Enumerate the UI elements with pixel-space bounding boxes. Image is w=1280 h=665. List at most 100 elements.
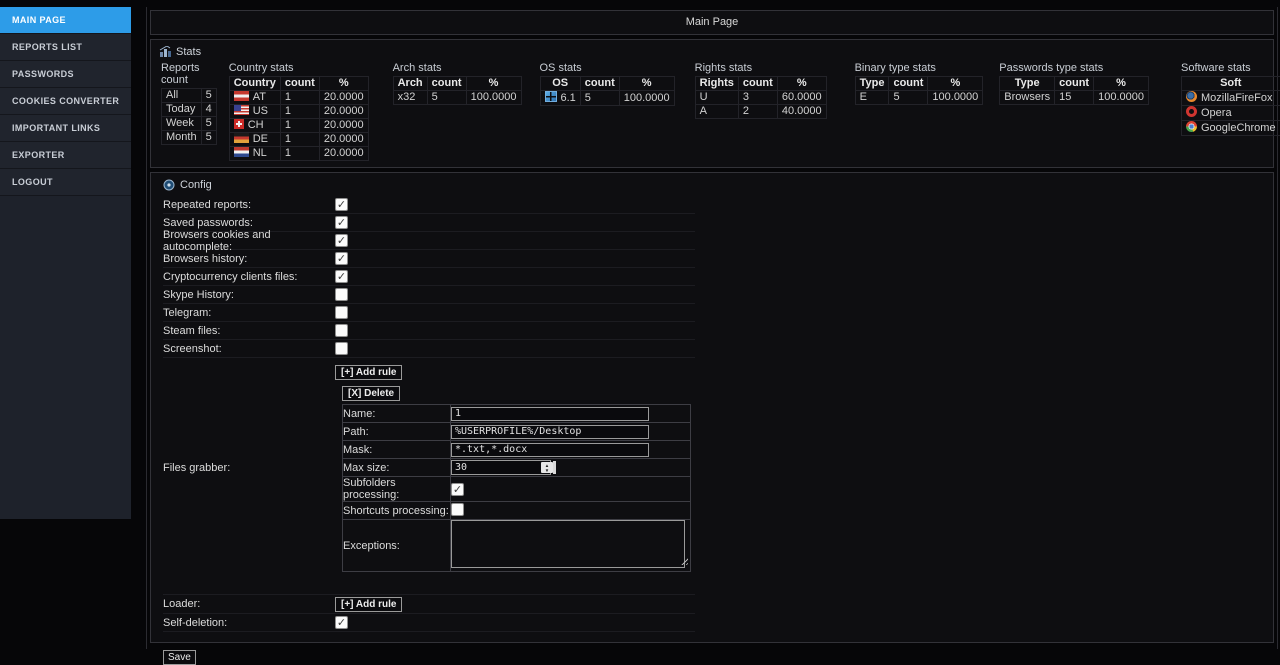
stats-panel: Stats Reports count All 5 — [150, 39, 1274, 168]
config-option-checkbox[interactable] — [335, 252, 348, 265]
table-row: U 3 60.0000 — [695, 91, 826, 105]
binary-type-stats-table: Type count % E 5 100.0000 — [855, 76, 984, 105]
sidebar-item[interactable]: COOKIES CONVERTER — [0, 88, 131, 115]
config-option-checkbox[interactable] — [335, 216, 348, 229]
config-option-checkbox[interactable] — [335, 342, 348, 355]
sidebar-item-label: LOGOUT — [12, 177, 53, 187]
rule-name-input[interactable] — [451, 407, 649, 421]
rule-mask-input[interactable] — [451, 443, 649, 457]
stats-tables-row: Reports count All 5 Today 4 — [151, 61, 1273, 167]
config-option-label: Browsers cookies and autocomplete: — [163, 229, 335, 253]
exceptions-textarea[interactable] — [451, 520, 685, 568]
country-flag-icon — [234, 147, 249, 157]
country-flag-icon — [234, 105, 249, 115]
sidebar-item[interactable]: MAIN PAGE — [0, 7, 131, 34]
country-flag-icon — [234, 119, 244, 129]
config-option-checkbox[interactable] — [335, 306, 348, 319]
grabber-rule-table: Name: Path: Mask: — [342, 404, 691, 572]
sidebar-item[interactable]: PASSWORDS — [0, 61, 131, 88]
table-row: GoogleChrome 3 20.0000 — [1181, 121, 1280, 136]
stats-table-title: Software stats — [1181, 62, 1280, 74]
sidebar-item-label: COOKIES CONVERTER — [12, 96, 119, 106]
rule-path-input[interactable] — [451, 425, 649, 439]
sidebar-item[interactable]: EXPORTER — [0, 142, 131, 169]
table-row: AT 1 20.0000 — [229, 91, 368, 105]
config-option-checkbox[interactable] — [335, 234, 348, 247]
sidebar-item[interactable]: LOGOUT — [0, 169, 131, 196]
loader-label: Loader: — [163, 598, 335, 610]
loader-row: Loader: [+] Add rule — [163, 594, 695, 614]
config-option-row: Telegram: — [163, 304, 695, 322]
table-row: x32 5 100.0000 — [393, 91, 521, 105]
country-flag-icon — [234, 133, 249, 143]
software-stats-table: Soft count % MozillaFireFox 9 60.0000 — [1181, 76, 1280, 136]
stats-table-title: Reports count — [161, 62, 217, 86]
config-option-label: Browsers history: — [163, 253, 335, 265]
config-option-checkbox[interactable] — [335, 288, 348, 301]
config-option-label: Saved passwords: — [163, 217, 335, 229]
config-option-label: Skype History: — [163, 289, 335, 301]
rights-stats-group: Rights stats Rights count % U 3 60. — [695, 62, 841, 119]
sidebar-item[interactable]: IMPORTANT LINKS — [0, 115, 131, 142]
table-row: All 5 — [162, 89, 217, 103]
table-row: NL 1 20.0000 — [229, 147, 368, 161]
config-option-row: Repeated reports: — [163, 196, 695, 214]
sidebar-item-label: EXPORTER — [12, 150, 65, 160]
config-option-checkbox[interactable] — [335, 198, 348, 211]
loader-add-rule-button[interactable]: [+] Add rule — [335, 597, 402, 612]
subfolders-checkbox[interactable] — [451, 483, 464, 496]
sidebar: MAIN PAGE REPORTS LIST PASSWORDS COOKIES… — [0, 7, 131, 519]
table-row: Opera 3 20.0000 — [1181, 106, 1280, 121]
country-stats-table: Country count % AT 1 20.0000 — [229, 76, 369, 161]
config-option-label: Repeated reports: — [163, 199, 335, 211]
number-spinner[interactable]: ▲▼ — [541, 462, 553, 473]
config-option-row: Browsers history: — [163, 250, 695, 268]
self-deletion-checkbox[interactable] — [335, 616, 348, 629]
shortcuts-checkbox[interactable] — [451, 503, 464, 516]
table-row: A 2 40.0000 — [695, 105, 826, 119]
config-option-checkbox[interactable] — [335, 324, 348, 337]
rule-mask-label: Mask: — [343, 441, 451, 459]
config-option-checkbox[interactable] — [335, 270, 348, 283]
main-content: Main Page Stats Reports count A — [146, 7, 1278, 649]
rule-exceptions-label: Exceptions: — [343, 520, 451, 572]
save-button[interactable]: Save — [163, 650, 196, 665]
delete-rule-button[interactable]: [X] Delete — [342, 386, 400, 401]
windows-os-icon — [545, 91, 557, 102]
rights-stats-table: Rights count % U 3 60.0000 — [695, 76, 827, 119]
config-option-row: Browsers cookies and autocomplete: — [163, 232, 695, 250]
country-stats-group: Country stats Country count % AT 1 — [229, 62, 381, 161]
reports-count-group: Reports count All 5 Today 4 — [161, 62, 217, 145]
add-rule-button[interactable]: [+] Add rule — [335, 365, 402, 380]
browser-icon — [1186, 106, 1197, 117]
sidebar-item[interactable]: REPORTS LIST — [0, 34, 131, 61]
stats-table-title: Country stats — [229, 62, 381, 74]
config-option-label: Screenshot: — [163, 343, 335, 355]
sidebar-item-label: IMPORTANT LINKS — [12, 123, 100, 133]
binary-type-stats-group: Binary type stats Type count % E 5 — [855, 62, 992, 105]
page-title: Main Page — [150, 10, 1274, 35]
stats-table-title: OS stats — [540, 62, 685, 74]
stats-chart-icon — [159, 46, 171, 58]
table-row: DE 1 20.0000 — [229, 133, 368, 147]
table-row: Today 4 — [162, 103, 217, 117]
stats-table-title: Rights stats — [695, 62, 841, 74]
browser-icon — [1186, 91, 1197, 102]
files-grabber-section: Files grabber: [+] Add rule [X] Delete N… — [163, 358, 695, 578]
rule-shortcuts-label: Shortcuts processing: — [343, 502, 451, 520]
config-gear-icon — [163, 179, 175, 191]
config-option-row: Skype History: — [163, 286, 695, 304]
rule-max-size-label: Max size: — [343, 459, 451, 477]
passwords-type-stats-table: Type count % Browsers 15 100.0000 — [999, 76, 1149, 105]
config-panel: Config Repeated reports: Saved passwords… — [150, 172, 1274, 643]
browser-icon — [1186, 121, 1197, 132]
stats-title-label: Stats — [176, 46, 201, 58]
passwords-type-stats-group: Passwords type stats Type count % Browse… — [999, 62, 1165, 105]
table-row: US 1 20.0000 — [229, 105, 368, 119]
config-option-row: Cryptocurrency clients files: — [163, 268, 695, 286]
table-row: E 5 100.0000 — [855, 91, 983, 105]
rule-max-size-input[interactable] — [451, 460, 551, 475]
arch-stats-group: Arch stats Arch count % x32 5 100.0 — [393, 62, 531, 105]
files-grabber-content: [+] Add rule [X] Delete Name: Path: — [335, 358, 691, 578]
table-row: Browsers 15 100.0000 — [1000, 91, 1149, 105]
